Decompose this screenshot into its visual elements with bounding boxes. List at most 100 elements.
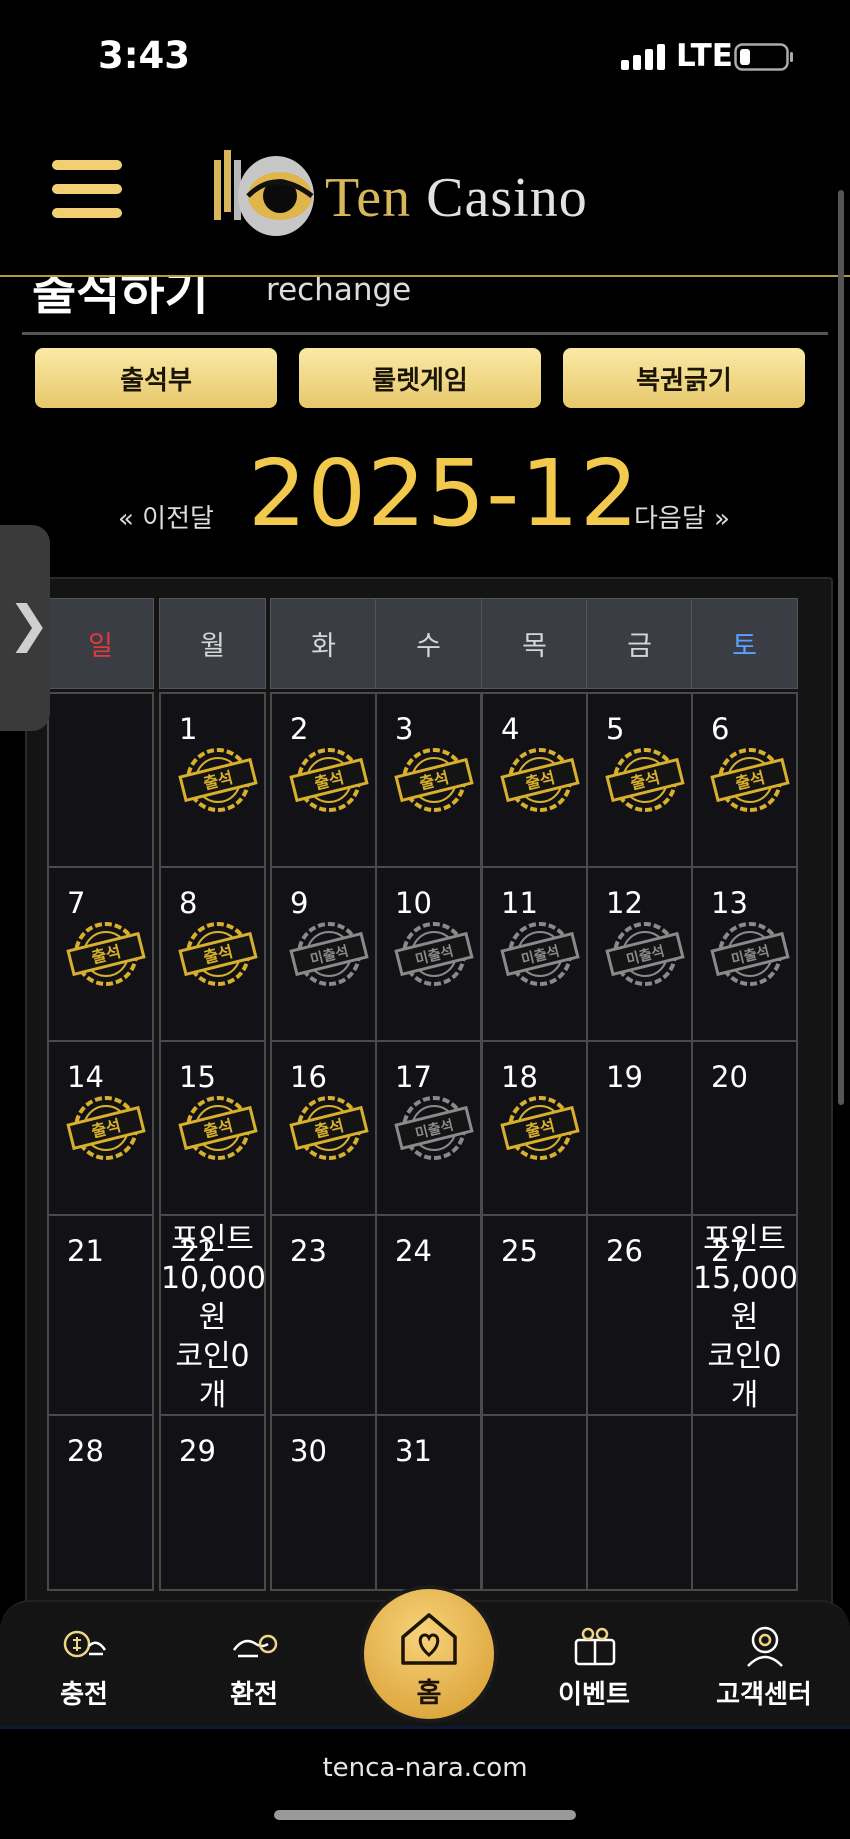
roulette-tab-button[interactable]: 룰렛게임 xyxy=(299,348,541,408)
app-header: Ten Casino xyxy=(0,110,850,277)
calendar-day-cell[interactable]: 12 미출석 xyxy=(586,866,693,1042)
weekday-header: 수 xyxy=(375,598,482,689)
reward-text: 포인트 10,000 원 코인0 개 xyxy=(161,1222,266,1413)
calendar-day-cell[interactable]: 21 xyxy=(47,1214,154,1416)
attend-stamp-icon: 출석 xyxy=(289,1096,369,1160)
status-time: 3:43 xyxy=(98,34,191,77)
nav-charge[interactable]: 충전 xyxy=(14,1602,154,1732)
calendar-day-cell xyxy=(481,1414,588,1591)
calendar-day-cell[interactable]: 25 xyxy=(481,1214,588,1416)
absent-stamp-icon: 미출석 xyxy=(289,922,369,986)
calendar-day-cell[interactable]: 10 미출석 xyxy=(375,866,482,1042)
attend-stamp-icon: 출석 xyxy=(66,922,146,986)
calendar-day-cell xyxy=(47,692,154,868)
calendar-day-cell[interactable]: 14 출석 xyxy=(47,1040,154,1216)
day-number: 24 xyxy=(395,1234,432,1268)
calendar-day-cell[interactable]: 22 포인트 10,000 원 코인0 개 xyxy=(159,1214,266,1416)
calendar-day-cell[interactable]: 19 xyxy=(586,1040,693,1216)
day-number: 29 xyxy=(179,1434,216,1468)
calendar-day-cell[interactable]: 11 미출석 xyxy=(481,866,588,1042)
day-number: 15 xyxy=(179,1060,216,1094)
home-button[interactable]: 홈 xyxy=(360,1585,498,1723)
gift-icon xyxy=(574,1627,616,1666)
battery-icon xyxy=(734,43,793,71)
calendar-day-cell[interactable]: 17 미출석 xyxy=(375,1040,482,1216)
status-bar: 3:43 LTE xyxy=(0,0,850,110)
attend-stamp-icon: 출석 xyxy=(394,748,474,812)
absent-stamp-icon: 미출석 xyxy=(394,1096,474,1160)
calendar-day-cell[interactable]: 3 출석 xyxy=(375,692,482,868)
charge-icon xyxy=(63,1630,107,1658)
calendar-day-cell[interactable]: 4 출석 xyxy=(481,692,588,868)
day-number: 18 xyxy=(501,1060,538,1094)
calendar-day-cell[interactable]: 24 xyxy=(375,1214,482,1416)
calendar-day-cell[interactable]: 9 미출석 xyxy=(270,866,377,1042)
calendar-day-cell[interactable]: 29 xyxy=(159,1414,266,1591)
calendar-day-cell[interactable]: 2 출석 xyxy=(270,692,377,868)
day-number: 4 xyxy=(501,712,520,746)
home-indicator[interactable] xyxy=(274,1810,576,1820)
calendar-day-cell[interactable]: 16 출석 xyxy=(270,1040,377,1216)
day-number: 28 xyxy=(67,1434,104,1468)
calendar-day-cell[interactable]: 28 xyxy=(47,1414,154,1591)
day-number: 12 xyxy=(606,886,643,920)
calendar-day-cell[interactable]: 13 미출석 xyxy=(691,866,798,1042)
nav-exchange[interactable]: 환전 xyxy=(184,1602,324,1732)
scrollbar[interactable] xyxy=(838,190,844,1105)
day-number: 3 xyxy=(395,712,414,746)
day-number: 9 xyxy=(290,886,309,920)
nav-support[interactable]: 고객센터 xyxy=(694,1602,834,1732)
calendar-day-cell[interactable]: 18 출석 xyxy=(481,1040,588,1216)
day-number: 20 xyxy=(711,1060,748,1094)
calendar-day-cell[interactable]: 1 출석 xyxy=(159,692,266,868)
calendar-day-cell[interactable]: 5 출석 xyxy=(586,692,693,868)
menu-icon[interactable] xyxy=(52,160,122,220)
calendar-day-cell[interactable]: 6 출석 xyxy=(691,692,798,868)
next-month-link[interactable]: 다음달 » xyxy=(634,498,730,535)
day-number: 7 xyxy=(67,886,86,920)
logo-wordmark: Ten Casino xyxy=(325,167,588,229)
day-number: 8 xyxy=(179,886,198,920)
day-number: 26 xyxy=(606,1234,643,1268)
day-number: 11 xyxy=(501,886,538,920)
network-label: LTE xyxy=(676,38,733,74)
day-number: 23 xyxy=(290,1234,327,1268)
calendar-day-cell[interactable]: 15 출석 xyxy=(159,1040,266,1216)
weekday-header: 목 xyxy=(481,598,588,689)
calendar-day-cell[interactable]: 26 xyxy=(586,1214,693,1416)
day-number: 31 xyxy=(395,1434,432,1468)
logo-emblem-icon xyxy=(214,150,314,236)
calendar-day-cell[interactable]: 27 포인트 15,000 원 코인0 개 xyxy=(691,1214,798,1416)
calendar-day-cell[interactable]: 31 xyxy=(375,1414,482,1591)
day-number: 14 xyxy=(67,1060,104,1094)
calendar-day-cell[interactable]: 7 출석 xyxy=(47,866,154,1042)
ten-casino-logo[interactable]: Ten Casino xyxy=(210,146,650,246)
current-month: 2025-12 xyxy=(248,440,640,547)
day-number: 19 xyxy=(606,1060,643,1094)
day-number: 2 xyxy=(290,712,309,746)
lottery-tab-button[interactable]: 복권긁기 xyxy=(563,348,805,408)
browser-url-bar[interactable]: tenca-nara.com xyxy=(0,1729,850,1839)
calendar-day-cell[interactable]: 20 xyxy=(691,1040,798,1216)
prev-month-link[interactable]: « 이전달 xyxy=(118,498,214,535)
weekday-header: 화 xyxy=(270,598,377,689)
page-title: 출석하기 xyxy=(32,277,209,321)
attend-stamp-icon: 출석 xyxy=(178,1096,258,1160)
calendar-day-cell[interactable]: 30 xyxy=(270,1414,377,1591)
side-drawer-tab[interactable]: ❯ xyxy=(0,525,50,731)
day-number: 25 xyxy=(501,1234,538,1268)
attend-stamp-icon: 출석 xyxy=(605,748,685,812)
weekday-header: 토 xyxy=(691,598,798,689)
nav-event[interactable]: 이벤트 xyxy=(524,1602,664,1732)
calendar-day-cell xyxy=(691,1414,798,1591)
attend-stamp-icon: 출석 xyxy=(289,748,369,812)
absent-stamp-icon: 미출석 xyxy=(710,922,790,986)
exchange-icon xyxy=(232,1634,278,1658)
weekday-header: 일 xyxy=(47,598,154,689)
calendar-day-cell[interactable]: 8 출석 xyxy=(159,866,266,1042)
absent-stamp-icon: 미출석 xyxy=(605,922,685,986)
calendar-day-cell[interactable]: 23 xyxy=(270,1214,377,1416)
day-number: 6 xyxy=(711,712,730,746)
attend-stamp-icon: 출석 xyxy=(500,1096,580,1160)
attendance-tab-button[interactable]: 출석부 xyxy=(35,348,277,408)
